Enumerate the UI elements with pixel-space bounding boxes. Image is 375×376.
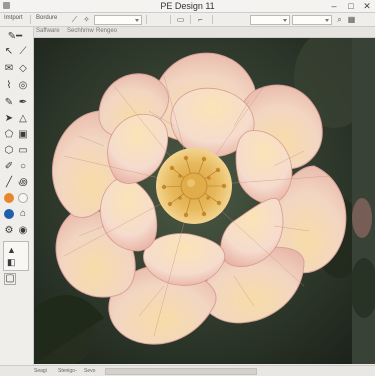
page-icon[interactable]: ▢ (4, 273, 16, 285)
arrow-tool-icon[interactable]: ➤ (3, 113, 15, 125)
wand-tool-icon[interactable]: ⟋ (17, 46, 29, 58)
close-button[interactable]: ✕ (359, 0, 375, 12)
lasso-icon[interactable]: ⌇ (3, 80, 15, 92)
wand-icon[interactable]: ✧ (82, 15, 91, 24)
import-menu[interactable]: Imtport (4, 15, 23, 21)
brush-icon[interactable]: ✎ (3, 97, 15, 109)
right-panel (350, 38, 375, 364)
spiral-icon[interactable]: ꩜ (17, 177, 29, 189)
diamond-icon[interactable]: ◇ (17, 63, 29, 75)
main-toolbar: Imtport Bordure ⟋ ✧ ▭ ⌐ ⌕ ▦ (0, 13, 375, 27)
pencil-icon[interactable]: ✎━ (4, 31, 26, 43)
triangle-icon[interactable]: △ (17, 113, 29, 125)
toolbar-divider (30, 15, 31, 24)
envelope-icon[interactable]: ✉ (3, 63, 15, 75)
document-tabs: Saffware Sechhrnw Rengeo (34, 27, 375, 38)
tool-palette: ✎━ ↖ ⟋ ✉ ◇ ⌇ ◎ ✎ ✒ ➤ △ ⬠ ▣ ⬡ ▭ ✐ ○ ╱ ꩜ ⌂… (0, 27, 34, 375)
toolbar-divider (212, 15, 213, 24)
size-select[interactable] (250, 15, 290, 25)
dropper-icon[interactable]: ⟋ (70, 15, 79, 24)
status-item: Sevo (84, 368, 96, 374)
toolbar-divider (170, 15, 171, 24)
rectangle-icon[interactable]: ▭ (17, 145, 29, 157)
select-arrow-icon[interactable]: ↖ (3, 46, 15, 58)
right-panel-image (350, 38, 375, 364)
rose-image (34, 38, 352, 364)
crop-icon[interactable]: ⌐ (196, 15, 205, 24)
circle-icon[interactable]: ○ (17, 161, 29, 173)
pentagon-icon[interactable]: ⬠ (3, 129, 15, 141)
layers-icon: ◧ (7, 257, 16, 267)
needle-icon[interactable]: ✐ (3, 161, 15, 173)
swatch-white[interactable] (18, 193, 28, 203)
tab-sechhrnw[interactable]: Sechhrnw (67, 28, 94, 34)
eye-icon[interactable]: ◎ (17, 80, 29, 92)
swatch-orange[interactable] (4, 193, 14, 203)
font-select[interactable] (94, 15, 142, 25)
status-item: Seagi (34, 368, 47, 374)
horizontal-scrollbar[interactable] (105, 368, 257, 375)
grid-icon[interactable]: ▦ (347, 15, 356, 24)
stamp-icon[interactable]: ▣ (17, 129, 29, 141)
layers-panel[interactable]: ▲ ◧ (3, 241, 29, 271)
bordure-menu[interactable]: Bordure (36, 15, 57, 21)
status-item: Stenigo- (58, 368, 77, 374)
swatch-blue[interactable] (4, 209, 14, 219)
style-select[interactable] (292, 15, 332, 25)
knife-icon[interactable]: ╱ (3, 177, 15, 189)
fill-icon: ▲ (7, 245, 16, 255)
frame-icon[interactable]: ▭ (176, 15, 185, 24)
gear-icon[interactable]: ⚙ (3, 225, 15, 237)
title-bar: PE Design 11 – □ ✕ (0, 0, 375, 13)
pen-icon[interactable]: ✒ (17, 97, 29, 109)
minimize-button[interactable]: – (326, 0, 342, 12)
toolbar-divider (190, 15, 191, 24)
tab-rengeo[interactable]: Rengeo (96, 28, 117, 34)
photo-canvas[interactable] (34, 38, 352, 364)
tag-icon[interactable]: ⌂ (17, 208, 29, 220)
zoom-icon[interactable]: ⌕ (335, 15, 344, 24)
tab-saffware[interactable]: Saffware (36, 28, 60, 34)
target-icon[interactable]: ◉ (17, 225, 29, 237)
status-bar: Seagi Stenigo- Sevo (0, 365, 375, 376)
hexagon-icon[interactable]: ⬡ (3, 145, 15, 157)
toolbar-divider (146, 15, 147, 24)
window-title: PE Design 11 (160, 1, 215, 11)
maximize-button[interactable]: □ (343, 0, 359, 12)
